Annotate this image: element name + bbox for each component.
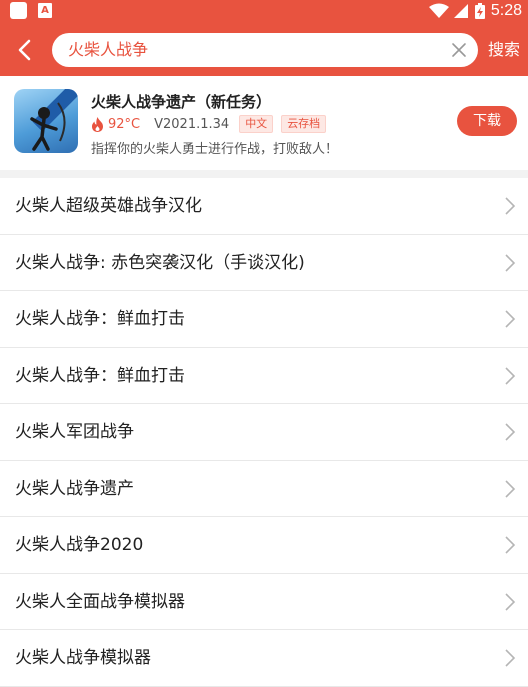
status-bar: A 5:28 bbox=[0, 0, 528, 22]
search-results-list: 火柴人超级英雄战争汉化 火柴人战争: 赤色突袭汉化（手谈汉化) 火柴人战争：鲜血… bbox=[0, 178, 528, 687]
back-icon[interactable] bbox=[12, 36, 40, 64]
chevron-right-icon bbox=[505, 479, 516, 498]
list-item-label: 火柴人战争: 赤色突袭汉化（手谈汉化) bbox=[15, 252, 305, 273]
tag-language: 中文 bbox=[239, 115, 274, 133]
list-item-label: 火柴人战争模拟器 bbox=[15, 648, 151, 668]
chevron-right-icon bbox=[505, 366, 516, 385]
chevron-right-icon bbox=[505, 310, 516, 328]
list-item-label: 火柴人军团战争 bbox=[15, 422, 134, 442]
search-query[interactable]: 火柴人战争 bbox=[68, 33, 148, 67]
list-item[interactable]: 火柴人超级英雄战争汉化 bbox=[0, 178, 528, 235]
battery-icon bbox=[474, 3, 485, 19]
notification-icon bbox=[10, 2, 27, 19]
app-version: V2021.1.34 bbox=[154, 116, 230, 132]
search-input[interactable]: 火柴人战争 bbox=[52, 33, 478, 67]
list-item[interactable]: 火柴人战争: 赤色突袭汉化（手谈汉化) bbox=[0, 235, 528, 291]
chevron-right-icon bbox=[505, 253, 516, 272]
list-item[interactable]: 火柴人战争遗产 bbox=[0, 461, 528, 517]
signal-icon bbox=[453, 4, 468, 18]
clear-icon[interactable] bbox=[450, 41, 468, 59]
download-button[interactable]: 下载 bbox=[457, 106, 517, 136]
chevron-right-icon bbox=[505, 592, 516, 611]
list-item[interactable]: 火柴人战争：鲜血打击 bbox=[0, 348, 528, 404]
app-header: A 5:28 火柴人战争 搜索 bbox=[0, 0, 528, 76]
tag-cloud-save: 云存档 bbox=[281, 115, 327, 133]
stickman-figure-icon bbox=[30, 102, 66, 151]
section-divider bbox=[0, 170, 528, 178]
list-item[interactable]: 火柴人战争2020 bbox=[0, 517, 528, 574]
flame-icon bbox=[92, 116, 103, 132]
list-item-label: 火柴人超级英雄战争汉化 bbox=[15, 196, 202, 216]
list-item-label: 火柴人战争遗产 bbox=[15, 478, 134, 499]
search-button[interactable]: 搜索 bbox=[488, 38, 520, 62]
app-meta: 92°C V2021.1.34 中文 云存档 bbox=[91, 115, 334, 133]
list-item-label: 火柴人战争2020 bbox=[15, 535, 144, 555]
chevron-right-icon bbox=[505, 649, 516, 667]
chevron-right-icon bbox=[505, 423, 516, 441]
status-bar-right: 5:28 bbox=[428, 0, 522, 22]
chevron-right-icon bbox=[505, 197, 516, 215]
clock: 5:28 bbox=[490, 2, 522, 19]
list-item[interactable]: 火柴人军团战争 bbox=[0, 404, 528, 461]
chevron-right-icon bbox=[505, 536, 516, 554]
list-item[interactable]: 火柴人战争：鲜血打击 bbox=[0, 291, 528, 348]
app-icon bbox=[14, 89, 78, 153]
app-title[interactable]: 火柴人战争遗产（新任务） bbox=[91, 91, 271, 112]
app-temperature: 92°C bbox=[108, 116, 141, 132]
app-badge-icon: A bbox=[38, 3, 52, 18]
list-item[interactable]: 火柴人全面战争模拟器 bbox=[0, 574, 528, 630]
app-description: 指挥你的火柴人勇士进行作战，打败敌人！ bbox=[91, 142, 339, 157]
wifi-icon bbox=[428, 3, 449, 18]
list-item-label: 火柴人战争：鲜血打击 bbox=[15, 365, 185, 386]
list-item[interactable]: 火柴人战争模拟器 bbox=[0, 630, 528, 687]
featured-app-card[interactable]: 火柴人战争遗产（新任务） 92°C V2021.1.34 中文 云存档 指挥你的… bbox=[0, 76, 528, 170]
list-item-label: 火柴人全面战争模拟器 bbox=[15, 591, 185, 612]
list-item-label: 火柴人战争：鲜血打击 bbox=[15, 309, 185, 329]
